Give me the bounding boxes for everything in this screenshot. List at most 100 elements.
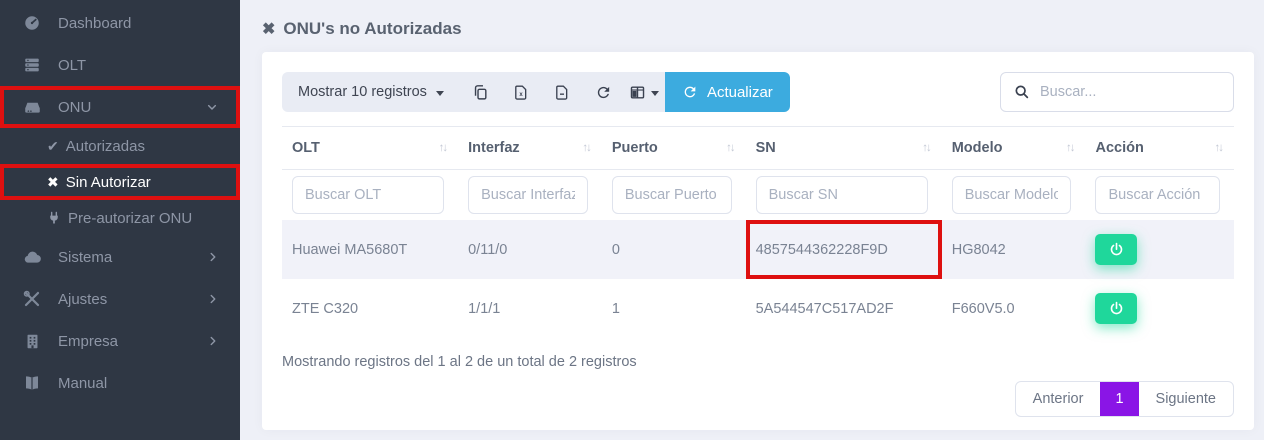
show-entries-dropdown[interactable]: Mostrar 10 registros <box>282 84 460 100</box>
column-header-modelo[interactable]: Modelo↑↓ <box>942 127 1086 170</box>
sort-icon: ↑↓ <box>439 142 449 154</box>
cell-olt: Huawei MA5680T <box>282 220 458 279</box>
sidebar-item-dashboard[interactable]: Dashboard <box>0 2 240 44</box>
search-icon <box>1014 84 1030 100</box>
plug-icon <box>47 211 61 225</box>
content-card: Mostrar 10 registros x <box>262 52 1254 430</box>
records-info: Mostrando registros del 1 al 2 de un tot… <box>282 354 1234 370</box>
sort-icon: ↑↓ <box>582 142 592 154</box>
table-row: Huawei MA5680T 0/11/0 0 4857544362228F9D… <box>282 220 1234 279</box>
export-document-button[interactable] <box>542 72 583 112</box>
filter-accion-input[interactable] <box>1095 176 1220 214</box>
x-icon: ✖ <box>262 19 275 39</box>
table-toolbar: Mostrar 10 registros x <box>282 72 1234 112</box>
sidebar-item-empresa[interactable]: Empresa <box>0 320 240 362</box>
table-filter-row <box>282 170 1234 221</box>
gauge-icon <box>22 14 42 32</box>
sidebar-item-ajustes[interactable]: Ajustes <box>0 278 240 320</box>
sidebar-item-manual[interactable]: Manual <box>0 362 240 404</box>
cell-sn: 4857544362228F9D <box>746 220 942 279</box>
cloud-icon <box>22 248 42 267</box>
page-title: ✖ ONU's no Autorizadas <box>262 19 1264 39</box>
sort-icon: ↑↓ <box>1066 142 1076 154</box>
sidebar-item-autorizadas[interactable]: ✔ Autorizadas <box>0 128 240 164</box>
caret-down-icon <box>651 91 659 96</box>
sidebar-item-label: ONU <box>58 99 91 116</box>
column-header-puerto[interactable]: Puerto↑↓ <box>602 127 746 170</box>
authorize-onu-button[interactable] <box>1095 234 1137 265</box>
global-search[interactable] <box>1000 72 1234 112</box>
filter-sn-input[interactable] <box>756 176 928 214</box>
sidebar-item-label: Manual <box>58 375 107 392</box>
cell-puerto: 0 <box>602 220 746 279</box>
cell-sn: 5A544547C517AD2F <box>746 279 942 338</box>
tools-icon <box>22 290 42 308</box>
drive-icon <box>22 98 42 117</box>
reload-table-button[interactable] <box>583 72 624 112</box>
sidebar-item-label: OLT <box>58 57 86 74</box>
sidebar-item-label: Dashboard <box>58 15 131 32</box>
column-header-olt[interactable]: OLT↑↓ <box>282 127 458 170</box>
copy-button[interactable] <box>460 72 501 112</box>
table-header-row: OLT↑↓ Interfaz↑↓ Puerto↑↓ SN↑↓ Modelo↑↓ … <box>282 127 1234 170</box>
sidebar-item-label: Autorizadas <box>66 138 145 155</box>
pagination-previous[interactable]: Anterior <box>1016 382 1101 416</box>
column-header-interfaz[interactable]: Interfaz↑↓ <box>458 127 602 170</box>
cell-puerto: 1 <box>602 279 746 338</box>
cell-modelo: F660V5.0 <box>942 279 1086 338</box>
pagination-page-1[interactable]: 1 <box>1100 382 1138 416</box>
cell-interfaz: 0/11/0 <box>458 220 602 279</box>
chevron-right-icon <box>206 292 220 306</box>
sidebar-item-label: Ajustes <box>58 291 107 308</box>
sidebar-item-sistema[interactable]: Sistema <box>0 236 240 278</box>
sidebar-item-label: Pre-autorizar ONU <box>68 210 192 227</box>
sidebar-item-label: Empresa <box>58 333 118 350</box>
filter-puerto-input[interactable] <box>612 176 732 214</box>
chevron-down-icon <box>204 99 220 115</box>
column-header-accion[interactable]: Acción↑↓ <box>1085 127 1234 170</box>
copy-icon <box>472 84 489 101</box>
filter-interfaz-input[interactable] <box>468 176 588 214</box>
column-header-sn[interactable]: SN↑↓ <box>746 127 942 170</box>
sidebar-item-pre-autorizar[interactable]: Pre-autorizar ONU <box>0 200 240 236</box>
power-icon <box>1109 301 1124 316</box>
sidebar-item-olt[interactable]: OLT <box>0 44 240 86</box>
search-input[interactable] <box>1040 84 1220 100</box>
sidebar: Dashboard OLT ONU ✔ Autorizadas ✖ Sin Au… <box>0 0 240 440</box>
cell-modelo: HG8042 <box>942 220 1086 279</box>
building-icon <box>22 333 42 350</box>
excel-file-icon: x <box>513 84 529 101</box>
chevron-right-icon <box>206 250 220 264</box>
cell-interfaz: 1/1/1 <box>458 279 602 338</box>
sidebar-item-onu[interactable]: ONU <box>0 86 240 128</box>
filter-modelo-input[interactable] <box>952 176 1072 214</box>
pagination-next[interactable]: Siguiente <box>1139 382 1233 416</box>
refresh-icon <box>682 84 698 100</box>
cell-olt: ZTE C320 <box>282 279 458 338</box>
main-content: ✖ ONU's no Autorizadas Mostrar 10 regist… <box>240 0 1264 440</box>
sidebar-item-label: Sistema <box>58 249 112 266</box>
check-icon: ✔ <box>47 138 59 155</box>
export-excel-button[interactable]: x <box>501 72 542 112</box>
chevron-right-icon <box>206 334 220 348</box>
sort-icon: ↑↓ <box>1215 142 1225 154</box>
sidebar-item-sin-autorizar[interactable]: ✖ Sin Autorizar <box>0 164 240 200</box>
refresh-icon <box>595 84 612 101</box>
sidebar-item-label: Sin Autorizar <box>66 174 151 191</box>
document-icon <box>554 84 570 101</box>
x-icon: ✖ <box>47 174 59 191</box>
table-row: ZTE C320 1/1/1 1 5A544547C517AD2F F660V5… <box>282 279 1234 338</box>
actualizar-button[interactable]: Actualizar <box>665 72 790 112</box>
svg-text:x: x <box>520 91 524 97</box>
power-icon <box>1109 242 1124 257</box>
sort-icon: ↑↓ <box>726 142 736 154</box>
sort-icon: ↑↓ <box>922 142 932 154</box>
authorize-onu-button[interactable] <box>1095 293 1137 324</box>
onu-table: OLT↑↓ Interfaz↑↓ Puerto↑↓ SN↑↓ Modelo↑↓ … <box>282 126 1234 338</box>
columns-icon <box>629 84 646 101</box>
server-icon <box>22 56 42 74</box>
filter-olt-input[interactable] <box>292 176 444 214</box>
column-visibility-button[interactable] <box>624 72 665 112</box>
pagination: Anterior 1 Siguiente <box>1015 381 1234 417</box>
caret-down-icon <box>436 91 444 96</box>
